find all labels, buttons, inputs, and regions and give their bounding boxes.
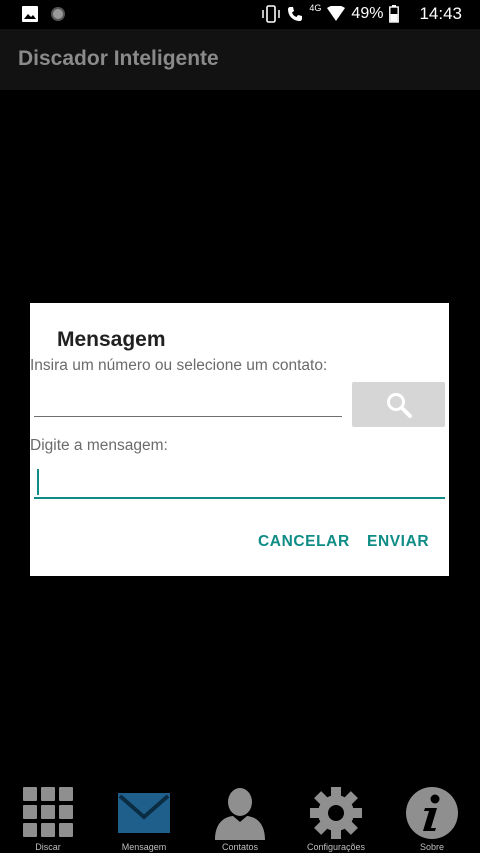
- nav-label: Configurações: [306, 842, 366, 852]
- signal-icon: [327, 6, 346, 21]
- search-icon: [386, 392, 412, 418]
- nav-label: Mensagem: [121, 842, 167, 852]
- phone-number-input[interactable]: [34, 386, 342, 417]
- app-bar: Discador Inteligente: [0, 29, 480, 90]
- nav-label: Discar: [35, 842, 61, 852]
- app-title: Discador Inteligente: [18, 47, 219, 70]
- image-notification-icon: [22, 6, 38, 22]
- message-input[interactable]: [34, 465, 445, 499]
- gear-icon: [310, 787, 362, 839]
- cancel-button[interactable]: CANCELAR: [258, 533, 350, 551]
- vibrate-icon: [262, 5, 281, 23]
- status-bar: 4G 49% 14:43: [0, 0, 480, 29]
- message-label: Digite a mensagem:: [30, 437, 168, 454]
- envelope-icon: [118, 793, 170, 833]
- info-icon: [406, 787, 458, 839]
- battery-icon: [389, 5, 400, 23]
- nav-item-sobre[interactable]: Sobre: [384, 782, 480, 853]
- number-label: Insira um número ou selecione um contato…: [30, 357, 328, 374]
- dialog-title: Mensagem: [57, 328, 166, 351]
- clock: 14:43: [419, 4, 462, 23]
- send-button[interactable]: ENVIAR: [367, 533, 429, 551]
- search-contact-button[interactable]: [352, 382, 445, 427]
- text-cursor: [37, 469, 39, 495]
- nav-item-contatos[interactable]: Contatos: [192, 782, 288, 853]
- nav-item-discar[interactable]: Discar: [0, 782, 96, 853]
- nav-item-configuracoes[interactable]: Configurações: [288, 782, 384, 853]
- network-type: 4G: [309, 3, 322, 13]
- nav-item-mensagem[interactable]: Mensagem: [96, 782, 192, 853]
- bottom-navigation: Discar Mensagem Contatos Configurações S…: [0, 782, 480, 853]
- message-dialog: Mensagem Insira um número ou selecione u…: [30, 303, 449, 576]
- dialpad-icon: [23, 787, 73, 837]
- nav-label: Contatos: [221, 842, 259, 852]
- circle-notification-icon: [51, 7, 65, 21]
- call-icon: [288, 7, 303, 21]
- nav-label: Sobre: [419, 842, 445, 852]
- contact-icon: [215, 788, 265, 840]
- battery-percent: 49%: [351, 5, 384, 22]
